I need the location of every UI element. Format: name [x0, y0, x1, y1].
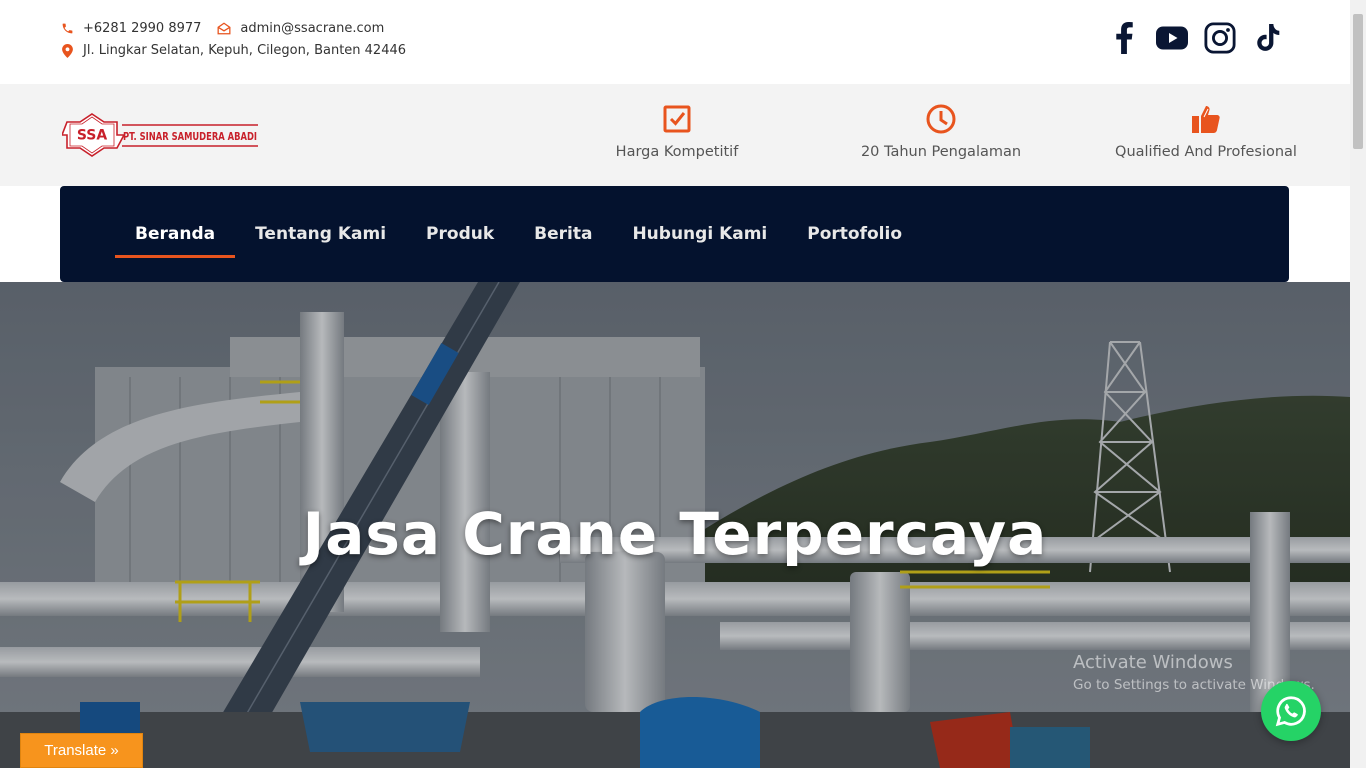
whatsapp-icon: [1275, 696, 1306, 727]
email-link[interactable]: admin@ssacrane.com: [240, 21, 384, 36]
facebook-icon[interactable]: [1108, 20, 1140, 56]
company-logo[interactable]: SSA PT. SINAR SAMUDERA ABADI: [60, 112, 262, 158]
feature-competitive-price: Harga Kompetitif: [557, 102, 797, 160]
tiktok-icon[interactable]: [1252, 20, 1284, 56]
nav-item-berita[interactable]: Berita: [514, 186, 612, 282]
logo-mark: SSA: [77, 128, 108, 144]
phone-number[interactable]: +6281 2990 8977: [83, 21, 201, 36]
main-nav: Beranda Tentang Kami Produk Berita Hubun…: [60, 186, 1289, 282]
checkbox-icon: [557, 102, 797, 136]
contact-row-1: +6281 2990 8977 admin@ssacrane.com: [60, 21, 384, 36]
page-scrollbar[interactable]: [1350, 0, 1366, 768]
hero-title: Jasa Crane Terpercaya: [302, 500, 1048, 568]
nav-menu: Beranda Tentang Kami Produk Berita Hubun…: [115, 186, 922, 282]
instagram-icon[interactable]: [1204, 20, 1236, 56]
top-bar: +6281 2990 8977 admin@ssacrane.com Jl. L…: [0, 0, 1350, 84]
feature-label: Qualified And Profesional: [1115, 144, 1297, 160]
feature-label: 20 Tahun Pengalaman: [860, 144, 1022, 160]
logo-text: PT. SINAR SAMUDERA ABADI: [123, 130, 257, 143]
nav-item-produk[interactable]: Produk: [406, 186, 514, 282]
translate-button[interactable]: Translate »: [20, 733, 143, 768]
nav-item-hubungi-kami[interactable]: Hubungi Kami: [612, 186, 787, 282]
nav-item-beranda[interactable]: Beranda: [115, 186, 236, 282]
nav-wrapper: Beranda Tentang Kami Produk Berita Hubun…: [0, 186, 1350, 282]
nav-item-tentang-kami[interactable]: Tentang Kami: [235, 186, 406, 282]
feature-experience: 20 Tahun Pengalaman: [821, 102, 1061, 160]
clock-icon: [821, 102, 1061, 136]
contact-row-2: Jl. Lingkar Selatan, Kepuh, Cilegon, Ban…: [60, 43, 406, 58]
youtube-icon[interactable]: [1156, 20, 1188, 56]
whatsapp-button[interactable]: [1261, 681, 1321, 741]
scrollbar-thumb[interactable]: [1353, 14, 1363, 149]
feature-label: Harga Kompetitif: [615, 144, 739, 160]
brand-band: SSA PT. SINAR SAMUDERA ABADI Harga Kompe…: [0, 84, 1350, 186]
social-links: [1108, 20, 1284, 56]
watermark-line-1: Activate Windows: [1073, 652, 1233, 673]
envelope-icon: [217, 22, 231, 36]
address-text: Jl. Lingkar Selatan, Kepuh, Cilegon, Ban…: [83, 43, 407, 58]
thumbs-up-icon: [1086, 102, 1326, 136]
phone-icon: [60, 22, 74, 36]
map-pin-icon: [60, 43, 74, 58]
hero-banner: Jasa Crane Terpercaya: [0, 282, 1350, 768]
nav-item-portofolio[interactable]: Portofolio: [787, 186, 922, 282]
feature-qualified: Qualified And Profesional: [1086, 102, 1326, 160]
page: +6281 2990 8977 admin@ssacrane.com Jl. L…: [0, 0, 1366, 768]
